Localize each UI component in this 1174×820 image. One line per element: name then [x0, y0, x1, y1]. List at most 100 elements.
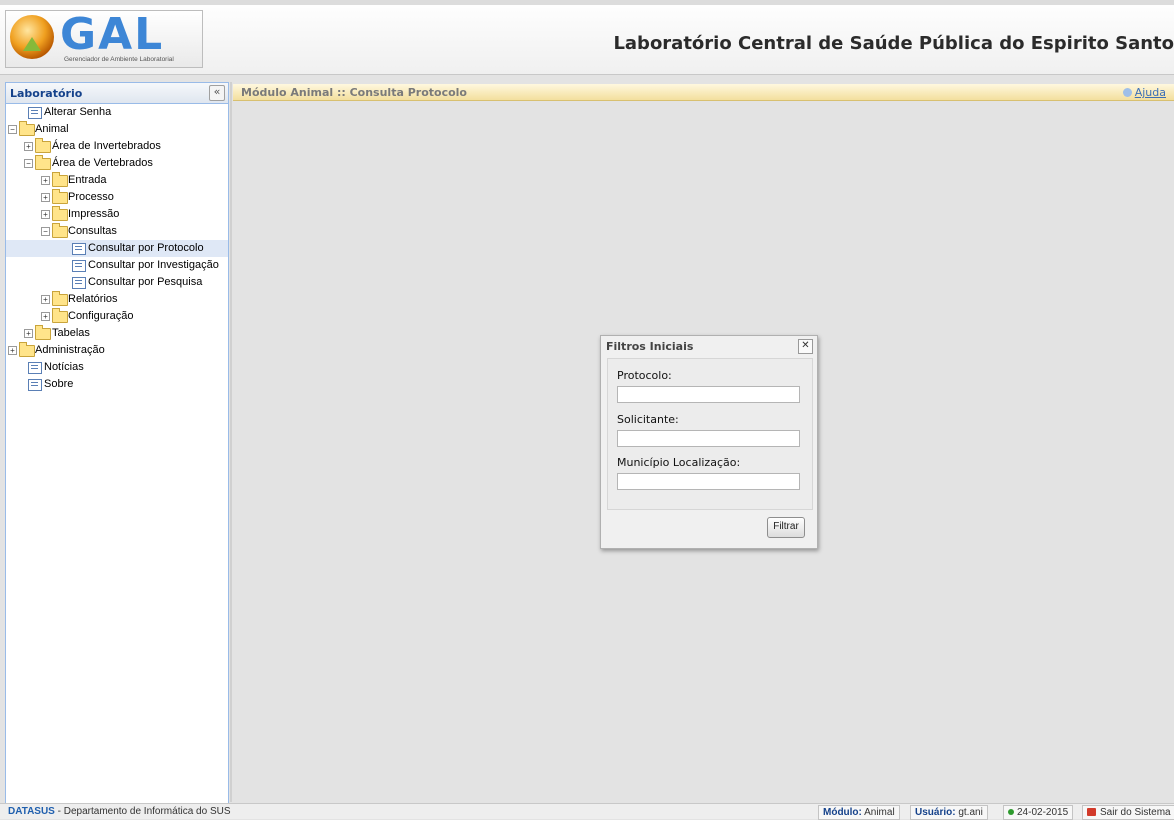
dialog-form: Protocolo: Solicitante: Município Locali…: [607, 358, 813, 510]
tree-item-label: Configuração: [68, 310, 134, 322]
navigation-tree: Alterar Senha − Animal + Área de Inverte…: [6, 104, 228, 393]
folder-icon: [52, 308, 68, 323]
org-abbr: DATASUS: [8, 806, 55, 817]
tree-item-label: Alterar Senha: [44, 106, 112, 118]
tree-item-label: Processo: [68, 191, 114, 203]
expand-toggle-icon[interactable]: +: [24, 329, 33, 338]
tree-item-label: Consultar por Pesquisa: [88, 276, 203, 288]
close-icon[interactable]: ✕: [798, 339, 813, 354]
tree-item-label: Consultas: [68, 225, 117, 237]
folder-open-icon: [19, 121, 35, 136]
exit-label: Sair do Sistema: [1100, 807, 1171, 818]
help-link[interactable]: Ajuda: [1122, 86, 1166, 99]
logo-text: GAL: [60, 9, 165, 60]
date-value: 24-02-2015: [1017, 807, 1069, 818]
tree-item-label: Tabelas: [52, 327, 90, 339]
app-header: GAL Gerenciador de Ambiente Laboratorial…: [0, 0, 1174, 75]
tree-item-label: Consultar por Protocolo: [88, 242, 204, 254]
folder-open-icon: [52, 223, 68, 238]
tree-item-label: Sobre: [44, 378, 74, 390]
collapse-toggle-icon[interactable]: −: [8, 125, 17, 134]
tree-item-label: Animal: [35, 123, 69, 135]
initial-filters-dialog: Filtros Iniciais ✕ Protocolo: Solicitant…: [600, 335, 818, 549]
expand-toggle-icon[interactable]: +: [41, 193, 50, 202]
expand-toggle-icon[interactable]: +: [24, 142, 33, 151]
expand-toggle-icon[interactable]: +: [41, 176, 50, 185]
folder-icon: [35, 325, 51, 340]
tree-item-label: Área de Vertebrados: [52, 157, 153, 169]
solicitante-input[interactable]: [617, 430, 800, 447]
tree-item-consultar-investigacao[interactable]: Consultar por Investigação: [6, 257, 228, 274]
expand-toggle-icon[interactable]: +: [41, 312, 50, 321]
module-label: Módulo:: [823, 807, 862, 818]
tree-item-relatorios[interactable]: + Relatórios: [6, 291, 228, 308]
folder-open-icon: [35, 155, 51, 170]
protocolo-input[interactable]: [617, 386, 800, 403]
solicitante-label: Solicitante:: [617, 413, 679, 426]
status-bar: DATASUS - Departamento de Informática do…: [0, 803, 1174, 820]
panel-splitter[interactable]: [230, 82, 232, 802]
tree-item-processo[interactable]: + Processo: [6, 189, 228, 206]
sidebar-title: Laboratório: [10, 87, 83, 100]
page-icon: [72, 243, 86, 255]
page-icon: [72, 260, 86, 272]
page-icon: [72, 277, 86, 289]
dialog-title: Filtros Iniciais: [606, 340, 694, 353]
collapse-toggle-icon[interactable]: −: [24, 159, 33, 168]
expand-toggle-icon[interactable]: +: [41, 295, 50, 304]
tree-item-label: Notícias: [44, 361, 84, 373]
sidebar-panel: Laboratório « Alterar Senha − Animal + Á…: [5, 82, 229, 804]
filter-button[interactable]: Filtrar: [767, 517, 805, 538]
tree-item-label: Entrada: [68, 174, 107, 186]
folder-icon: [52, 206, 68, 221]
org-name: - Departamento de Informática do SUS: [54, 806, 231, 817]
module-value: Animal: [861, 807, 895, 818]
expand-toggle-icon[interactable]: +: [8, 346, 17, 355]
tree-item-consultas[interactable]: − Consultas: [6, 223, 228, 240]
tree-item-consultar-protocolo[interactable]: Consultar por Protocolo: [6, 240, 228, 257]
tree-item-noticias[interactable]: Notícias: [6, 359, 228, 376]
municipio-localizacao-label: Município Localização:: [617, 456, 741, 469]
help-icon: [1122, 88, 1132, 97]
logo-subtitle: Gerenciador de Ambiente Laboratorial: [64, 56, 174, 63]
tree-item-tabelas[interactable]: + Tabelas: [6, 325, 228, 342]
tree-item-consultar-pesquisa[interactable]: Consultar por Pesquisa: [6, 274, 228, 291]
municipio-localizacao-input[interactable]: [617, 473, 800, 490]
tree-item-label: Impressão: [68, 208, 120, 220]
tree-item-configuracao[interactable]: + Configuração: [6, 308, 228, 325]
tree-item-animal[interactable]: − Animal: [6, 121, 228, 138]
gal-logo: GAL Gerenciador de Ambiente Laboratorial: [5, 9, 203, 68]
tree-item-sobre[interactable]: Sobre: [6, 376, 228, 393]
collapse-sidebar-button[interactable]: «: [209, 85, 225, 101]
tree-item-area-vertebrados[interactable]: − Área de Vertebrados: [6, 155, 228, 172]
lab-title: Laboratório Central de Saúde Pública do …: [613, 33, 1174, 54]
tree-item-alterar-senha[interactable]: Alterar Senha: [6, 104, 228, 121]
folder-icon: [52, 172, 68, 187]
folder-icon: [52, 291, 68, 306]
tree-item-label: Relatórios: [68, 293, 118, 305]
main-panel-header: Módulo Animal :: Consulta Protocolo Ajud…: [233, 84, 1174, 101]
online-status-icon: [1008, 809, 1014, 815]
help-label: Ajuda: [1134, 86, 1166, 99]
page-title: Módulo Animal :: Consulta Protocolo: [241, 86, 467, 99]
protocolo-label: Protocolo:: [617, 369, 672, 382]
tree-item-area-invertebrados[interactable]: + Área de Invertebrados: [6, 138, 228, 155]
tree-item-impressao[interactable]: + Impressão: [6, 206, 228, 223]
sidebar-header: Laboratório «: [6, 83, 228, 104]
folder-icon: [52, 189, 68, 204]
tree-item-label: Consultar por Investigação: [88, 259, 219, 271]
page-icon: [28, 362, 42, 374]
user-label: Usuário:: [915, 807, 956, 818]
page-icon: [28, 379, 42, 391]
user-value: gt.ani: [955, 807, 983, 818]
tree-item-label: Administração: [35, 344, 105, 356]
folder-icon: [35, 138, 51, 153]
collapse-toggle-icon[interactable]: −: [41, 227, 50, 236]
folder-icon: [19, 342, 35, 357]
tree-item-administracao[interactable]: + Administração: [6, 342, 228, 359]
expand-toggle-icon[interactable]: +: [41, 210, 50, 219]
tree-item-label: Área de Invertebrados: [52, 140, 161, 152]
flask-logo-icon: [10, 15, 54, 59]
footer-org: DATASUS - Departamento de Informática do…: [8, 806, 231, 817]
tree-item-entrada[interactable]: + Entrada: [6, 172, 228, 189]
